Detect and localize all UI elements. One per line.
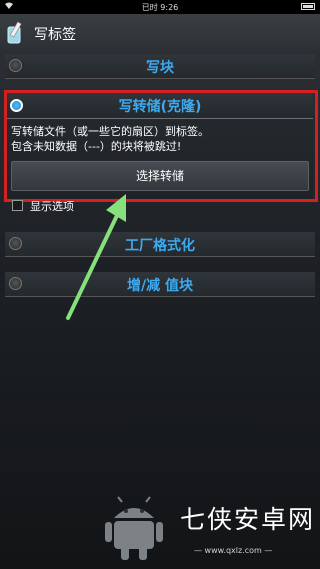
factory-format-label: 工厂格式化 [125, 238, 195, 254]
status-time: 已时 9:26 [141, 3, 179, 12]
write-dump-label: 写转储(克隆) [118, 99, 202, 115]
watermark: 七侠安卓网 — www.qxlz.com — [104, 496, 318, 564]
app-bar: 写标签 [0, 14, 320, 53]
android-robot-icon [105, 496, 163, 560]
watermark-url: — www.qxlz.com — [194, 546, 273, 555]
page-title: 写标签 [34, 27, 76, 43]
tag-pencil-icon [6, 21, 26, 45]
show-options-checkbox[interactable] [12, 200, 23, 211]
divider [7, 118, 313, 119]
status-bar: 已时 9:26 [0, 0, 320, 14]
description-line-1: 写转储文件（或一些它的扇区）到标签。 [11, 125, 209, 138]
option-write-dump[interactable]: 写转储(克隆) 写转储文件（或一些它的扇区）到标签。 包含未知数据（---）的块… [7, 93, 313, 199]
option-factory-format[interactable]: 工厂格式化 [5, 232, 315, 257]
option-inc-dec-value-block[interactable]: 增/减 值块 [5, 272, 315, 297]
write-dump-description: 写转储文件（或一些它的扇区）到标签。 包含未知数据（---）的块将被跳过! [11, 124, 209, 154]
show-options-label: 显示选项 [30, 200, 74, 213]
inc-dec-label: 增/减 值块 [127, 278, 193, 294]
select-dump-button[interactable]: 选择转储 [11, 161, 309, 191]
write-block-label: 写块 [146, 60, 174, 76]
option-write-block[interactable]: 写块 [5, 54, 315, 79]
description-line-2: 包含未知数据（---）的块将被跳过! [11, 140, 182, 153]
watermark-text: 七侠安卓网 [180, 505, 316, 534]
battery-icon [301, 3, 315, 10]
